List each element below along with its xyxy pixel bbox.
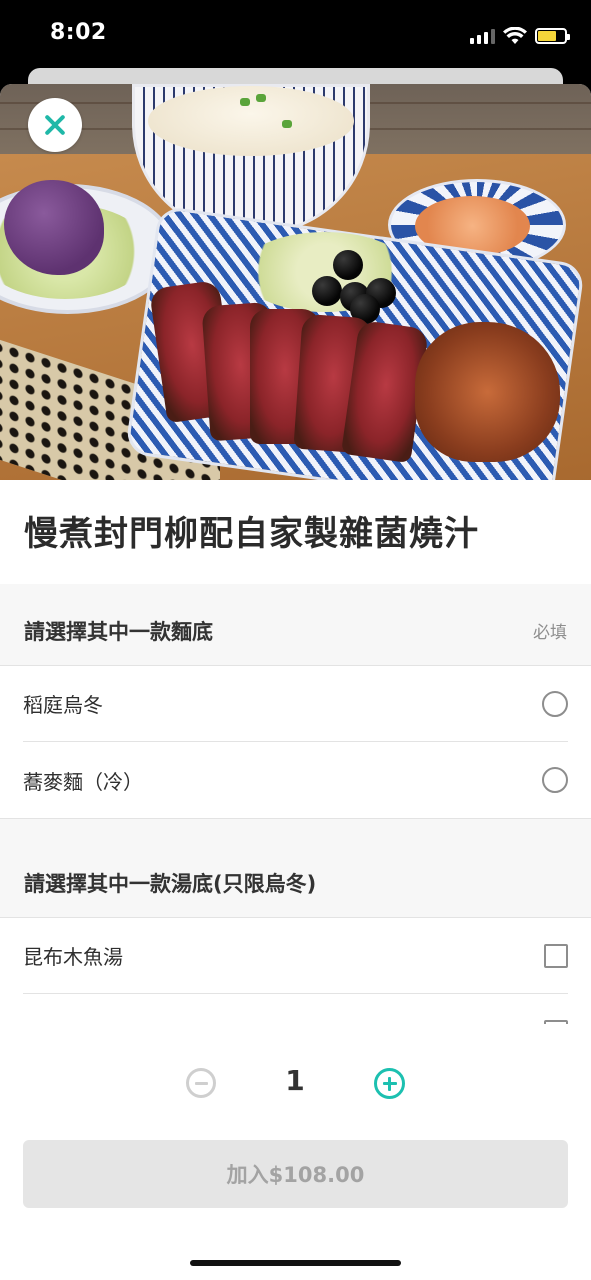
increase-quantity-button[interactable] — [374, 1068, 405, 1099]
option-label: 蕎麥麵（冷） — [23, 769, 143, 794]
quantity-stepper: 1 — [0, 1064, 591, 1104]
page-title: 慢煮封門柳配自家製雜菌燒汁 — [24, 514, 479, 554]
status-icons — [470, 22, 570, 50]
option-label: 昆布木魚湯 — [23, 945, 123, 969]
item-detail-sheet: 慢煮封門柳配自家製雜菌燒汁 請選擇其中一款麵底 必填 稻庭烏冬 蕎麥麵（冷） 請… — [0, 84, 591, 1280]
radio-button[interactable] — [542, 690, 568, 717]
option-label: 稻庭烏冬 — [23, 693, 103, 717]
quantity-value: 1 — [285, 1064, 305, 1097]
option-list-noodle: 稻庭烏冬 蕎麥麵（冷） — [0, 666, 591, 818]
section-title: 請選擇其中一款麵底 — [24, 619, 213, 644]
status-bar: 8:02 — [0, 0, 591, 70]
status-time: 8:02 — [50, 20, 107, 45]
checkbox[interactable] — [544, 943, 568, 968]
dish-photo — [0, 84, 591, 480]
option-soba-cold[interactable]: 蕎麥麵（冷） — [23, 742, 568, 818]
option-kombu-soup[interactable]: 昆布木魚湯 — [23, 918, 568, 994]
home-indicator — [190, 1260, 401, 1266]
signal-icon — [470, 28, 495, 44]
section-header-noodle: 請選擇其中一款麵底 必填 — [0, 596, 591, 666]
option-inaniwa-udon[interactable]: 稻庭烏冬 — [23, 666, 568, 742]
radio-button[interactable] — [542, 767, 568, 793]
add-to-cart-button[interactable]: 加入$108.00 — [23, 1140, 568, 1208]
wifi-icon — [503, 27, 527, 44]
battery-icon — [535, 28, 570, 44]
item-options: 慢煮封門柳配自家製雜菌燒汁 請選擇其中一款麵底 必填 稻庭烏冬 蕎麥麵（冷） 請… — [0, 480, 591, 1070]
section-header-soup: 請選擇其中一款湯底(只限烏冬) — [0, 848, 591, 918]
title-block: 慢煮封門柳配自家製雜菌燒汁 — [0, 480, 591, 584]
section-title: 請選擇其中一款湯底(只限烏冬) — [24, 871, 317, 896]
close-icon — [43, 113, 67, 137]
order-footer: 1 加入$108.00 — [0, 1024, 591, 1280]
decrease-quantity-button[interactable] — [186, 1068, 216, 1098]
close-button[interactable] — [28, 98, 82, 152]
required-badge: 必填 — [533, 623, 567, 643]
